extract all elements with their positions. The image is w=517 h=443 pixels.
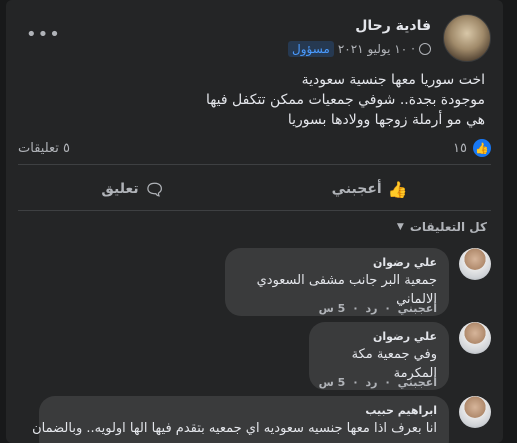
likes-summary[interactable]: 👍 ١٥ bbox=[453, 139, 491, 157]
role-badge: مسؤول bbox=[287, 41, 334, 57]
commenter-avatar[interactable] bbox=[459, 322, 491, 354]
like-button[interactable]: أعجبني 👍 bbox=[312, 174, 428, 205]
comment-icon: 🗨 bbox=[144, 179, 165, 199]
post-line: هي مو أرملة زوجها وولادها بسوريا bbox=[287, 112, 485, 128]
comment-label: تعليق bbox=[101, 181, 139, 197]
comment-bubble: ابراهيم حبيب انا بعرف اذا معها جنسيه سعو… bbox=[32, 396, 449, 443]
comment-reply-link[interactable]: رد bbox=[366, 376, 378, 389]
separator-dot: · bbox=[353, 302, 358, 315]
comment-reply-link[interactable]: رد bbox=[366, 302, 378, 315]
comment-age[interactable]: 5 س bbox=[319, 376, 346, 389]
comment-age[interactable]: 5 س bbox=[319, 302, 346, 315]
commenter-name[interactable]: ابراهيم حبيب bbox=[51, 403, 437, 419]
like-label: أعجبني bbox=[331, 181, 382, 197]
commenter-name[interactable]: علي رضوان bbox=[321, 329, 437, 345]
globe-icon bbox=[419, 43, 431, 55]
comment-actions: أعجبني · رد · 5 س bbox=[319, 302, 437, 315]
commenter-avatar[interactable] bbox=[459, 248, 491, 280]
thumbs-up-icon: 👍 bbox=[387, 179, 408, 199]
commenter-avatar[interactable] bbox=[459, 396, 491, 428]
comment-like-link[interactable]: أعجبني bbox=[398, 376, 437, 389]
divider bbox=[18, 210, 491, 211]
comment-button[interactable]: تعليق 🗨 bbox=[81, 174, 185, 205]
post-stats: ٥ تعليقات 👍 ١٥ bbox=[18, 138, 491, 158]
post-card: فادية رحال مسؤول ١٠ يوليو ٢٠٢١ · ••• اخت… bbox=[6, 0, 503, 443]
comments-sort[interactable]: كل التعليقات ▼ bbox=[397, 220, 487, 234]
post-line: موجودة بجدة.. شوفي جمعيات ممكن تتكفل فيه… bbox=[205, 92, 485, 108]
post-body: اخت سوريا معها جنسية سعودية موجودة بجدة.… bbox=[25, 70, 485, 130]
comments-count[interactable]: ٥ تعليقات bbox=[18, 141, 70, 156]
sort-label: كل التعليقات bbox=[409, 220, 487, 234]
comment-like-link[interactable]: أعجبني bbox=[398, 302, 437, 315]
separator-dot: · bbox=[385, 376, 390, 389]
like-reaction-icon: 👍 bbox=[473, 139, 491, 157]
divider bbox=[18, 164, 491, 165]
separator-dot: · bbox=[385, 302, 390, 315]
likes-count: ١٥ bbox=[453, 140, 467, 156]
chevron-down-icon: ▼ bbox=[396, 222, 404, 232]
post-author[interactable]: فادية رحال bbox=[355, 18, 431, 34]
more-options-icon[interactable]: ••• bbox=[26, 26, 61, 44]
commenter-name[interactable]: علي رضوان bbox=[237, 255, 437, 271]
comment-text: انا بعرف اذا معها جنسيه سعوديه اي جمعيه … bbox=[32, 421, 437, 436]
post-meta: مسؤول ١٠ يوليو ٢٠٢١ · bbox=[287, 40, 431, 58]
post-actions: تعليق 🗨 أعجبني 👍 bbox=[18, 172, 491, 206]
separator-dot: · bbox=[353, 376, 358, 389]
post-line: اخت سوريا معها جنسية سعودية bbox=[301, 72, 485, 88]
post-date[interactable]: ١٠ يوليو ٢٠٢١ bbox=[338, 42, 407, 56]
comment-actions: أعجبني · رد · 5 س bbox=[319, 376, 437, 389]
separator-dot: · bbox=[411, 42, 415, 56]
author-avatar[interactable] bbox=[443, 14, 491, 62]
